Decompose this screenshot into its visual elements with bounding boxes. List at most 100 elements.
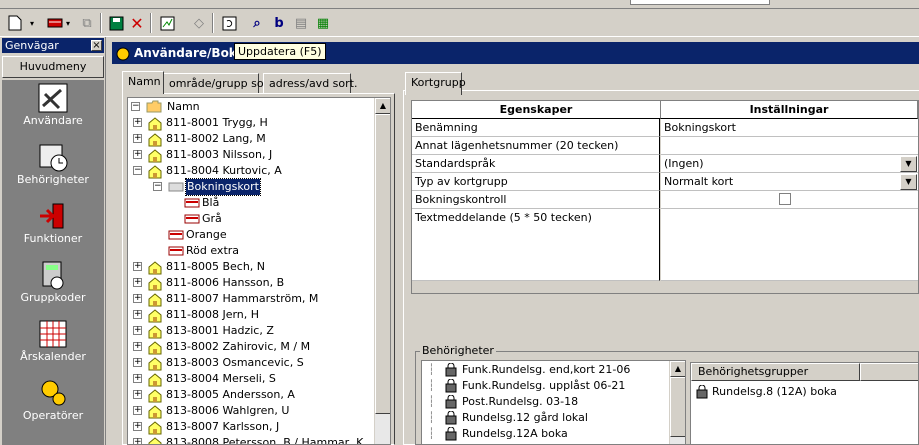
- find-next-icon[interactable]: b: [268, 12, 290, 34]
- tag-icon[interactable]: ◇: [188, 12, 210, 34]
- tree-node-label: 813-8006 Wahlgren, U: [166, 404, 290, 417]
- scroll-thumb[interactable]: [375, 114, 390, 414]
- collapse-icon[interactable]: −: [133, 166, 142, 175]
- find-icon[interactable]: ⌕: [246, 12, 268, 34]
- shortcut-label: Funktioner: [23, 232, 83, 245]
- expand-icon[interactable]: +: [133, 310, 142, 319]
- shortcut-label: Användare: [23, 114, 83, 127]
- expand-icon[interactable]: +: [133, 438, 142, 444]
- tree-node-label: 813-8005 Andersson, A: [166, 388, 295, 401]
- tree-node-label: 811-8008 Jern, H: [166, 308, 260, 321]
- shortcut-label: Gruppkoder: [20, 291, 86, 304]
- chevron-down-icon[interactable]: ▼: [900, 156, 917, 172]
- property-value[interactable]: [661, 137, 918, 155]
- toolbar-separator: [100, 13, 102, 33]
- shortcut-label: Årskalender: [20, 350, 86, 363]
- col-header-settings: Inställningar: [661, 101, 918, 119]
- expand-icon[interactable]: +: [133, 374, 142, 383]
- permissions-list[interactable]: ▲ ┆ Funk.Rundelsg. end,kort 21-06 ┆ Funk.Ru…: [421, 360, 686, 445]
- calendar-icon: [37, 318, 69, 350]
- expand-icon[interactable]: +: [133, 390, 142, 399]
- expand-icon[interactable]: +: [133, 342, 142, 351]
- scroll-up-icon[interactable]: ▲: [670, 361, 685, 377]
- permission-groups-list[interactable]: Behörighetsgrupper Rundelsg.8 (12A) boka: [690, 362, 919, 445]
- close-icon[interactable]: ×: [91, 40, 102, 51]
- expand-icon[interactable]: +: [133, 422, 142, 431]
- property-value[interactable]: Normalt kort ▼: [661, 173, 918, 191]
- expand-icon[interactable]: +: [133, 118, 142, 127]
- tree-line-icon: ┆: [428, 395, 435, 408]
- expand-icon[interactable]: +: [133, 358, 142, 367]
- expand-icon[interactable]: +: [133, 134, 142, 143]
- expand-icon[interactable]: +: [133, 294, 142, 303]
- col-header-extra[interactable]: [860, 363, 918, 381]
- main-menu-button[interactable]: Huvudmeny: [2, 56, 104, 78]
- property-name: Typ av kortgrupp: [412, 173, 660, 191]
- property-value-text: Bokningskort: [664, 121, 736, 134]
- toolbar-separator: [212, 13, 214, 33]
- new-dropdown-icon[interactable]: ▾: [26, 12, 38, 34]
- col-header-permission-groups[interactable]: Behörighetsgrupper: [691, 363, 860, 381]
- collapse-icon[interactable]: −: [153, 182, 162, 191]
- expand-icon[interactable]: +: [133, 262, 142, 271]
- permissions-scrollbar[interactable]: ▲: [669, 361, 685, 444]
- tree-node-label: Bokningskort: [185, 178, 261, 196]
- chevron-down-icon[interactable]: ▼: [900, 174, 917, 190]
- delete-icon[interactable]: ✕: [126, 12, 148, 34]
- tab-kortgrupp[interactable]: Kortgrupp: [405, 72, 466, 95]
- tree-scrollbar[interactable]: ▲: [374, 98, 390, 444]
- property-grid: Egenskaper Inställningar Benämning Boknin…: [411, 100, 919, 294]
- expand-icon[interactable]: +: [133, 326, 142, 335]
- shortcut-label: Operatörer: [22, 409, 84, 422]
- toolbar-separator: [150, 13, 152, 33]
- tab-namn[interactable]: Namn: [122, 71, 164, 94]
- tree-node-label: Orange: [186, 228, 227, 241]
- users-icon: [37, 82, 69, 114]
- user-tree[interactable]: − Namn ▲ +811-8001 Trygg, H +811-8002 Lan…: [127, 97, 391, 445]
- new-doc-icon[interactable]: [4, 12, 26, 34]
- window-app-icon: [116, 46, 130, 68]
- col-header-properties: Egenskaper: [412, 101, 661, 119]
- property-name: Benämning: [412, 119, 660, 137]
- property-value[interactable]: [661, 209, 918, 281]
- tab-adress-avd[interactable]: adress/avd sort.: [263, 73, 357, 93]
- permission-label: Post.Rundelsg. 03-18: [462, 395, 579, 408]
- scroll-up-icon[interactable]: ▲: [375, 98, 390, 114]
- disabled-icon[interactable]: ▤: [290, 12, 312, 34]
- property-value[interactable]: [661, 191, 918, 209]
- property-value[interactable]: Bokningskort: [661, 119, 918, 137]
- collapse-icon[interactable]: −: [131, 102, 140, 111]
- tab-omrade-grupp[interactable]: område/grupp sort.: [163, 73, 276, 93]
- shortcut-calendar[interactable]: Årskalender: [2, 318, 104, 363]
- tree-node-label: Grå: [202, 212, 222, 225]
- card-dropdown-icon[interactable]: ▾: [62, 12, 74, 34]
- refresh-icon[interactable]: [218, 12, 240, 34]
- property-value[interactable]: (Ingen) ▼: [661, 155, 918, 173]
- top-search-field[interactable]: [630, 0, 770, 5]
- property-name: Bokningskontroll: [412, 191, 660, 209]
- permission-group-label: Rundelsg.8 (12A) boka: [712, 385, 837, 398]
- shortcut-operators[interactable]: Operatörer: [2, 377, 104, 422]
- permissions-icon: [37, 141, 69, 173]
- report-icon[interactable]: [156, 12, 178, 34]
- shortcut-functions[interactable]: Funktioner: [2, 200, 104, 245]
- shortcut-panel: Genvägar × Huvudmeny Användare Behörighet…: [0, 37, 106, 445]
- tree-line-icon: ┆: [428, 363, 435, 376]
- tree-line-icon: ┆: [428, 379, 435, 392]
- save-icon[interactable]: [105, 12, 127, 34]
- tree-line-icon: ┆: [428, 427, 435, 440]
- shortcut-groupcodes[interactable]: Gruppkoder: [2, 259, 104, 304]
- shortcut-permissions[interactable]: Behörigheter: [2, 141, 104, 186]
- expand-icon[interactable]: +: [133, 150, 142, 159]
- shortcut-title-text: Genvägar: [5, 39, 59, 52]
- export-icon[interactable]: ▦: [312, 12, 334, 34]
- expand-icon[interactable]: +: [133, 406, 142, 415]
- expand-icon[interactable]: +: [133, 278, 142, 287]
- scroll-thumb[interactable]: [670, 377, 685, 437]
- copy-icon[interactable]: ⧉: [76, 12, 98, 34]
- tree-node-label: 813-8008 Petersson, B / Hammar, K: [166, 436, 364, 445]
- permission-label: Funk.Rundelsg. end,kort 21-06: [462, 363, 631, 376]
- shortcut-users[interactable]: Användare: [2, 82, 104, 127]
- tree-node-label: 811-8004 Kurtovic, A: [166, 164, 282, 177]
- checkbox[interactable]: [779, 193, 791, 205]
